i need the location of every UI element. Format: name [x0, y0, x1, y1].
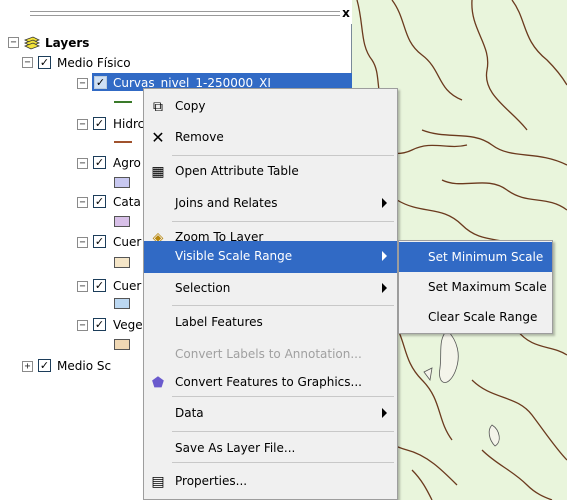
submenu-arrow-icon [382, 198, 387, 208]
submenu-item-set-minimum-scale[interactable]: Set Minimum Scale [399, 242, 552, 272]
layer-label[interactable]: Agro [113, 156, 141, 170]
group-checkbox[interactable]: ✓ [38, 56, 51, 69]
menu-item-save-as-layer-file[interactable]: Save As Layer File... [144, 433, 397, 465]
menu-item-label: Convert Labels to Annotation... [175, 347, 362, 361]
submenu-item-label: Set Minimum Scale [428, 250, 544, 264]
menu-separator [172, 305, 394, 306]
toc-titlebar[interactable]: x [0, 0, 352, 24]
menu-item-convert-features[interactable]: ⬟ Convert Features to Graphics... [144, 367, 397, 399]
toc-close-button[interactable]: x [340, 6, 352, 20]
layer-checkbox[interactable]: ✓ [94, 76, 107, 89]
layer-checkbox[interactable]: ✓ [93, 117, 106, 130]
menu-item-open-attribute-table[interactable]: ▦ Open Attribute Table [144, 156, 397, 188]
layer-context-menu: ⧉ Copy ✕ Remove ▦ Open Attribute Table J… [143, 88, 398, 500]
menu-item-copy[interactable]: ⧉ Copy [144, 91, 397, 123]
layer-label[interactable]: Cuer [113, 279, 141, 293]
menu-item-label: Label Features [175, 315, 263, 329]
layer-symbol [114, 298, 130, 309]
submenu-arrow-icon [382, 408, 387, 418]
layer-symbol [114, 101, 132, 103]
layer-symbol [114, 141, 132, 143]
layer-expander[interactable]: − [77, 158, 88, 169]
copy-icon: ⧉ [153, 99, 163, 115]
layer-symbol [114, 177, 130, 188]
layer-label[interactable]: Hidrc [113, 117, 144, 131]
menu-item-remove[interactable]: ✕ Remove [144, 122, 397, 154]
menu-separator [172, 431, 394, 432]
layer-expander[interactable]: − [77, 119, 88, 130]
layer-label[interactable]: Cata [113, 195, 141, 209]
convert-graphics-icon: ⬟ [151, 375, 165, 391]
menu-item-label: Save As Layer File... [175, 441, 296, 455]
layer-checkbox[interactable]: ✓ [93, 279, 106, 292]
menu-item-properties[interactable]: ▤ Properties... [144, 466, 397, 498]
menu-item-label: Visible Scale Range [175, 249, 293, 263]
group-checkbox[interactable]: ✓ [38, 359, 51, 372]
group-label-medio-sc[interactable]: Medio Sc [57, 359, 111, 373]
menu-item-label: Data [175, 406, 204, 420]
menu-item-label: Remove [175, 130, 224, 144]
layer-expander[interactable]: − [77, 197, 88, 208]
layer-checkbox[interactable]: ✓ [93, 156, 106, 169]
layer-expander[interactable]: − [77, 320, 88, 331]
layer-symbol [114, 339, 130, 350]
menu-item-label: Convert Features to Graphics... [175, 375, 362, 389]
group-expander[interactable]: − [22, 57, 33, 68]
layer-checkbox[interactable]: ✓ [93, 318, 106, 331]
group-expander[interactable]: + [22, 361, 33, 372]
layer-expander[interactable]: − [77, 237, 88, 248]
remove-icon: ✕ [151, 128, 165, 147]
menu-item-visible-scale-range[interactable]: Visible Scale Range [144, 241, 397, 273]
submenu-item-clear-scale-range[interactable]: Clear Scale Range [399, 302, 552, 332]
menu-item-label: Selection [175, 281, 231, 295]
layers-root-label[interactable]: Layers [45, 36, 89, 50]
submenu-arrow-icon [382, 283, 387, 293]
table-icon: ▦ [151, 164, 165, 180]
menu-separator [172, 396, 394, 397]
properties-icon: ▤ [151, 474, 165, 490]
layer-expander[interactable]: − [77, 78, 88, 89]
layer-symbol [114, 257, 130, 268]
menu-item-label: Properties... [175, 474, 248, 488]
menu-item-label-features[interactable]: Label Features [144, 307, 397, 339]
toc-grip [30, 11, 340, 12]
menu-item-label: Copy [175, 99, 206, 113]
layers-expander[interactable]: − [8, 37, 19, 48]
layers-icon [24, 36, 40, 50]
toc-grip [30, 15, 340, 16]
layer-label[interactable]: Cuer [113, 235, 141, 249]
submenu-arrow-icon [382, 251, 387, 261]
submenu-item-label: Set Maximum Scale [428, 280, 547, 294]
menu-item-label: Open Attribute Table [175, 164, 299, 178]
menu-separator [172, 462, 394, 463]
layer-expander[interactable]: − [77, 281, 88, 292]
menu-item-label: Joins and Relates [175, 196, 278, 210]
layer-checkbox[interactable]: ✓ [93, 235, 106, 248]
layer-checkbox[interactable]: ✓ [93, 195, 106, 208]
layer-symbol [114, 216, 130, 227]
visible-scale-range-submenu: Set Minimum Scale Set Maximum Scale Clea… [398, 240, 553, 334]
submenu-item-set-maximum-scale[interactable]: Set Maximum Scale [399, 272, 552, 302]
layer-label[interactable]: Vege [113, 318, 143, 332]
menu-item-data[interactable]: Data [144, 398, 397, 430]
menu-item-selection[interactable]: Selection [144, 273, 397, 305]
menu-item-joins-and-relates[interactable]: Joins and Relates [144, 188, 397, 220]
submenu-item-label: Clear Scale Range [428, 310, 538, 324]
group-label-medio-fisico[interactable]: Medio Físico [57, 56, 131, 70]
